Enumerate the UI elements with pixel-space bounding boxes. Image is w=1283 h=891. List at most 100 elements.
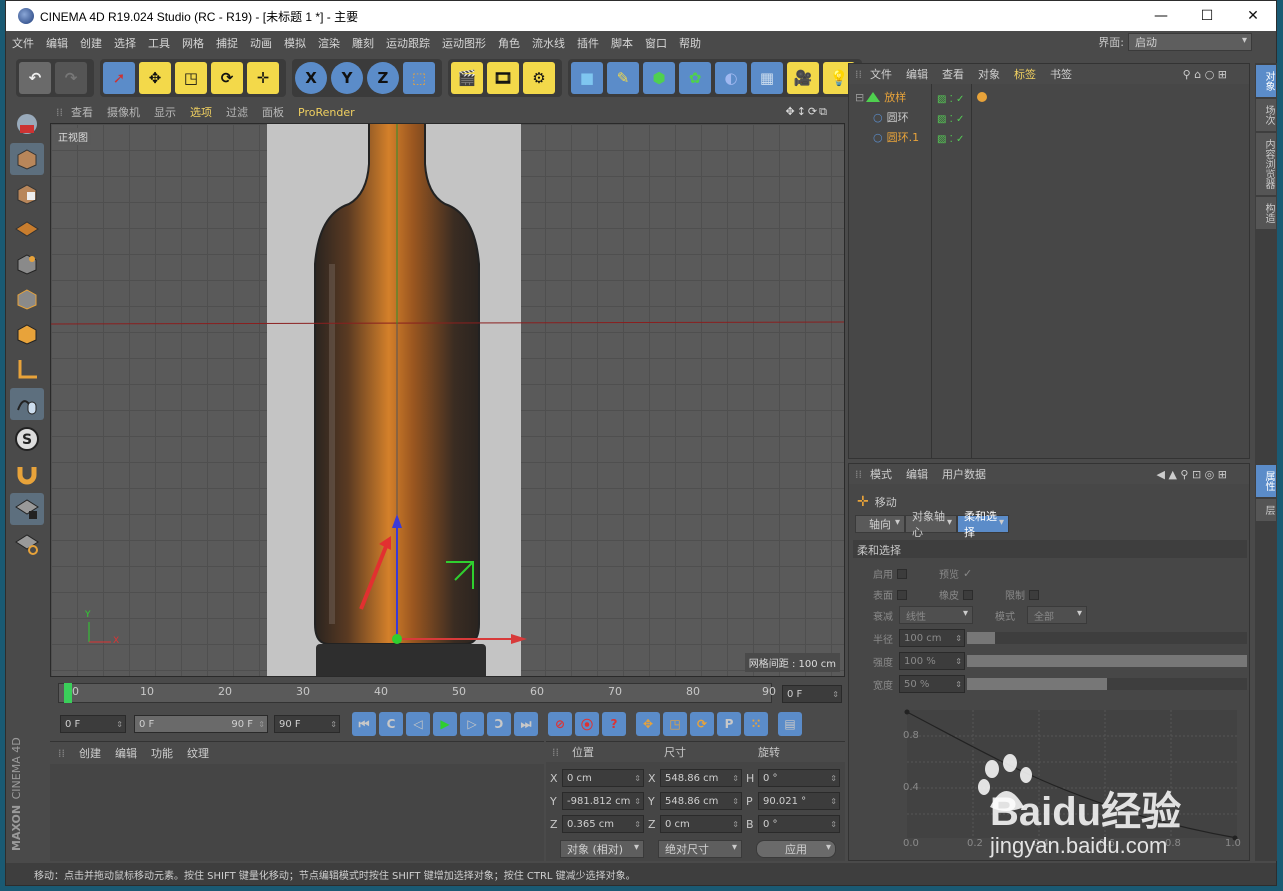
enable-checkbox[interactable]	[897, 568, 907, 579]
prev-frame-icon[interactable]: ◁	[406, 712, 430, 736]
texture-mode-icon[interactable]	[10, 178, 44, 210]
rotate-tool-icon[interactable]: ⟳	[211, 62, 243, 94]
end-frame-field[interactable]: 90 F	[274, 715, 340, 733]
strength-slider[interactable]	[967, 655, 1247, 667]
material-menu-function[interactable]: 功能	[151, 745, 173, 761]
viewport-navigation-icons[interactable]: ✥↕⟳⧉	[785, 105, 829, 119]
snap-icon[interactable]: S	[10, 423, 44, 455]
record-keys-icon[interactable]: ⊘	[548, 712, 572, 736]
viewport-menu-options[interactable]: 选项	[190, 104, 212, 120]
position-z-field[interactable]: 0.365 cm	[562, 815, 644, 833]
render-view-icon[interactable]: 🎬	[451, 62, 483, 94]
strength-field[interactable]: 100 %	[899, 652, 965, 670]
side-tab-structure[interactable]: 构造	[1256, 197, 1276, 229]
next-frame-icon[interactable]: ▷	[460, 712, 484, 736]
surface-checkbox[interactable]	[897, 589, 907, 600]
menu-select[interactable]: 选择	[108, 35, 142, 51]
timeline-ruler[interactable]	[58, 683, 772, 703]
position-y-field[interactable]: -981.812 cm	[562, 792, 644, 810]
autokey-icon[interactable]: ⦿	[575, 712, 599, 736]
key-parameter-icon[interactable]: P	[717, 712, 741, 736]
menu-animate[interactable]: 动画	[244, 35, 278, 51]
object-row[interactable]: ○ 圆环.1	[873, 128, 919, 146]
next-key-icon[interactable]: Ɔ	[487, 712, 511, 736]
object-row[interactable]: ⊟ 放样	[855, 88, 906, 106]
goto-start-icon[interactable]: ⏮	[352, 712, 376, 736]
menu-simulate[interactable]: 模拟	[278, 35, 312, 51]
y-axis-lock-icon[interactable]: Y	[331, 62, 363, 94]
tab-object-axis[interactable]: 对象轴心	[905, 510, 957, 539]
menu-mesh[interactable]: 网格	[176, 35, 210, 51]
falloff-curve-graph[interactable]	[879, 700, 1245, 856]
side-tab-takes[interactable]: 场次	[1256, 99, 1276, 131]
rotation-h-field[interactable]: 0 °	[758, 769, 840, 787]
timeline-window-icon[interactable]: ▤	[778, 712, 802, 736]
close-button[interactable]: ✕	[1230, 1, 1276, 31]
key-rotation-icon[interactable]: ⟳	[690, 712, 714, 736]
menu-motion-tracking[interactable]: 运动跟踪	[380, 35, 436, 51]
side-tab-layers[interactable]: 层	[1256, 499, 1276, 521]
menu-tools[interactable]: 工具	[142, 35, 176, 51]
size-z-field[interactable]: 0 cm	[660, 815, 742, 833]
points-mode-icon[interactable]	[10, 248, 44, 280]
attr-navigation-icons[interactable]: ◀ ▲ ⚲ ⊡ ◎ ⊞	[1157, 468, 1228, 481]
menu-file[interactable]: 文件	[6, 35, 40, 51]
magnet-icon[interactable]	[10, 458, 44, 490]
material-menu-edit[interactable]: 编辑	[115, 745, 137, 761]
menu-sculpt[interactable]: 雕刻	[346, 35, 380, 51]
side-tab-attributes[interactable]: 属性	[1256, 465, 1276, 497]
apply-button[interactable]: 应用	[756, 840, 836, 858]
menu-create[interactable]: 创建	[74, 35, 108, 51]
width-slider[interactable]	[967, 678, 1247, 690]
menu-help[interactable]: 帮助	[673, 35, 707, 51]
prev-key-icon[interactable]: C	[379, 712, 403, 736]
rotation-p-field[interactable]: 90.021 °	[758, 792, 840, 810]
current-frame-field[interactable]: 0 F	[782, 685, 842, 703]
object-menu-tags[interactable]: 标签	[1014, 66, 1036, 82]
object-menu-file[interactable]: 文件	[870, 66, 892, 82]
side-tab-objects[interactable]: 对象	[1256, 65, 1276, 97]
tweak-mode-icon[interactable]	[10, 388, 44, 420]
workplane-grid-icon[interactable]	[10, 528, 44, 560]
camera-icon[interactable]: 🎥	[787, 62, 819, 94]
timeline-playhead[interactable]	[64, 683, 72, 703]
object-menu-edit[interactable]: 编辑	[906, 66, 928, 82]
attr-menu-mode[interactable]: 模式	[870, 466, 892, 482]
axis-gizmo[interactable]	[51, 124, 845, 677]
make-editable-icon[interactable]	[10, 108, 44, 140]
material-menu-create[interactable]: 创建	[79, 745, 101, 761]
tab-axis[interactable]: 轴向	[855, 515, 905, 533]
viewport-menu-display[interactable]: 显示	[154, 104, 176, 120]
render-settings-icon[interactable]: ⚙	[523, 62, 555, 94]
material-menu-texture[interactable]: 纹理	[187, 745, 209, 761]
menu-snap[interactable]: 捕捉	[210, 35, 244, 51]
size-x-field[interactable]: 548.86 cm	[660, 769, 742, 787]
frame-range-slider[interactable]: 0 F 90 F	[134, 715, 268, 733]
maximize-button[interactable]: ☐	[1184, 1, 1230, 31]
scale-tool-icon[interactable]: ◳	[175, 62, 207, 94]
coordinate-mode-dropdown[interactable]: 对象 (相对)	[560, 840, 644, 858]
object-menu-objects[interactable]: 对象	[978, 66, 1000, 82]
visibility-checks[interactable]: ▨ ⁚ ✓ ▨ ⁚ ✓ ▨ ⁚ ✓	[937, 90, 964, 150]
menu-render[interactable]: 渲染	[312, 35, 346, 51]
lock-workplane-icon[interactable]	[10, 493, 44, 525]
key-pla-icon[interactable]: ⁙	[744, 712, 768, 736]
start-frame-field[interactable]: 0 F	[60, 715, 126, 733]
preview-checkbox[interactable]: ✓	[963, 567, 972, 580]
side-tab-content-browser[interactable]: 内容浏览器	[1256, 133, 1276, 195]
menu-window[interactable]: 窗口	[639, 35, 673, 51]
viewport-menu-view[interactable]: 查看	[71, 104, 93, 120]
coordinate-system-icon[interactable]: ⬚	[403, 62, 435, 94]
attr-menu-userdata[interactable]: 用户数据	[942, 466, 986, 482]
viewport-menu-prorender[interactable]: ProRender	[298, 106, 355, 119]
menu-edit[interactable]: 编辑	[40, 35, 74, 51]
model-mode-icon[interactable]	[10, 143, 44, 175]
menu-pipeline[interactable]: 流水线	[526, 35, 571, 51]
mode-dropdown[interactable]: 全部	[1027, 606, 1087, 624]
polygons-mode-icon[interactable]	[10, 318, 44, 350]
menu-script[interactable]: 脚本	[605, 35, 639, 51]
cube-icon[interactable]: ■	[571, 62, 603, 94]
redo-button[interactable]: ↷	[55, 62, 87, 94]
timeline[interactable]: 0 10 20 30 40 50 60 70 80 90 0 F	[50, 681, 845, 707]
cloner-icon[interactable]: ✿	[679, 62, 711, 94]
